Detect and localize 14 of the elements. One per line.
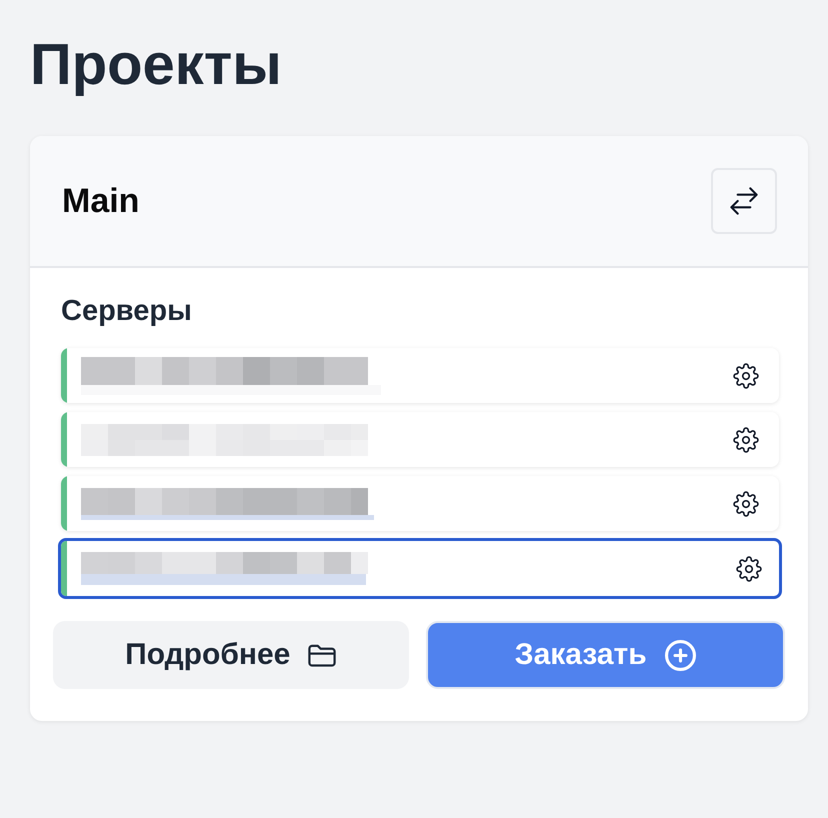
details-button[interactable]: Подробнее (53, 621, 408, 689)
settings-icon[interactable] (733, 362, 759, 388)
server-row[interactable] (58, 538, 782, 599)
project-name: Main (62, 182, 140, 220)
swap-arrows-icon (730, 187, 758, 215)
folder-icon (308, 643, 336, 667)
switch-project-button[interactable] (711, 168, 777, 234)
settings-icon[interactable] (733, 426, 759, 452)
order-button[interactable]: Заказать (426, 621, 785, 689)
servers-heading: Серверы (61, 294, 193, 329)
page-title: Проекты (30, 31, 283, 99)
settings-icon[interactable] (733, 490, 759, 516)
plus-circle-icon (664, 640, 696, 670)
settings-icon[interactable] (736, 556, 762, 582)
